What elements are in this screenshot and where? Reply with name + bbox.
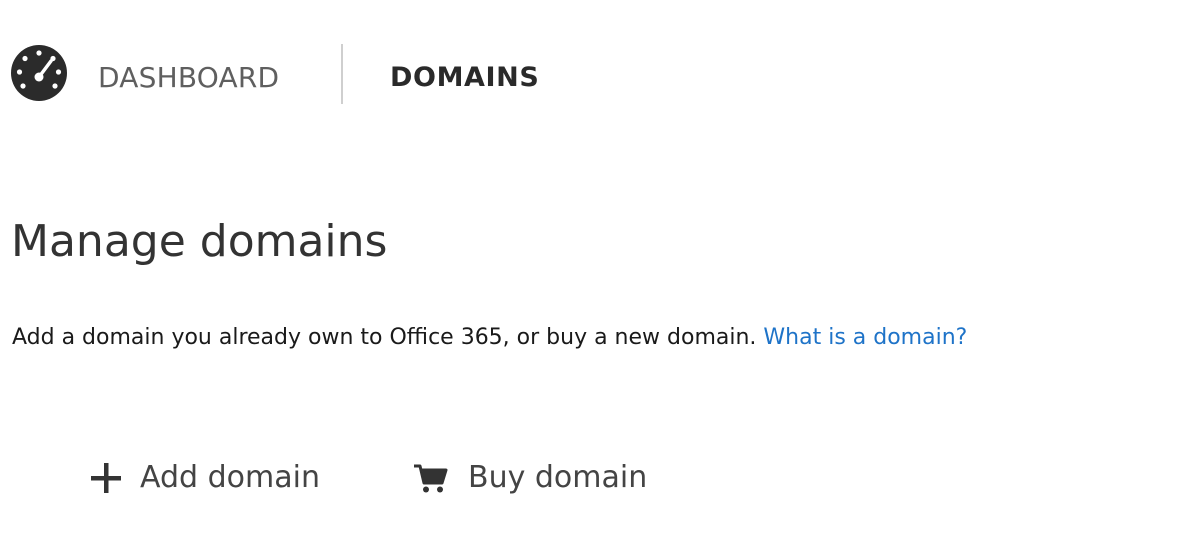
top-navigation: DASHBOARD DOMAINS (0, 0, 1200, 150)
buy-domain-button[interactable]: Buy domain (412, 450, 647, 506)
cart-icon (414, 464, 448, 493)
description-text: Add a domain you already own to Office 3… (12, 325, 757, 350)
add-domain-label: Add domain (140, 460, 320, 495)
action-bar: Add domain Buy domain (0, 450, 1200, 506)
buy-domain-label: Buy domain (468, 460, 648, 495)
nav-domains[interactable]: DOMAINS (390, 60, 539, 96)
gauge-icon[interactable] (10, 44, 68, 102)
nav-dashboard[interactable]: DASHBOARD (98, 60, 279, 96)
add-domain-button[interactable]: Add domain (88, 450, 320, 506)
plus-icon (91, 463, 121, 493)
page: DASHBOARD DOMAINS Manage domains Add a d… (0, 0, 1200, 550)
nav-divider (341, 44, 343, 104)
what-is-a-domain-link[interactable]: What is a domain? (763, 325, 967, 350)
page-title: Manage domains (11, 216, 388, 267)
page-description: Add a domain you already own to Office 3… (12, 322, 967, 354)
